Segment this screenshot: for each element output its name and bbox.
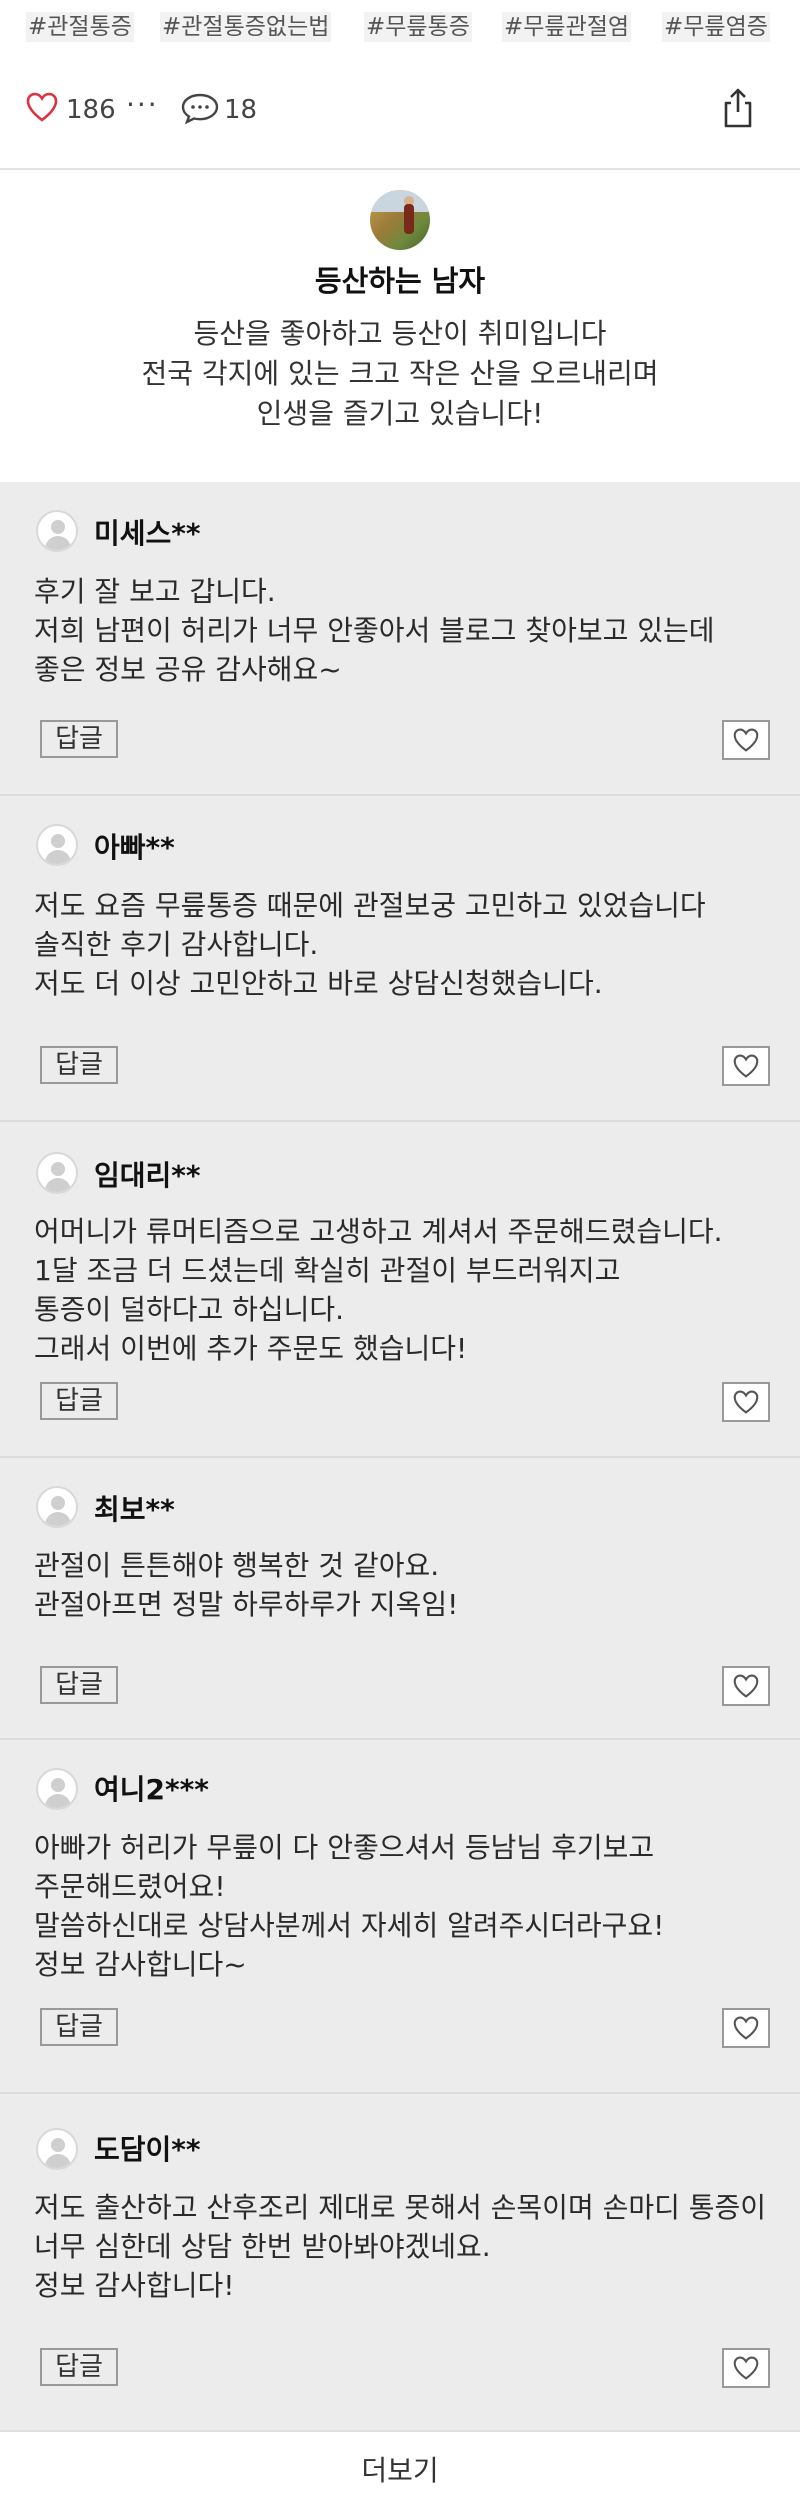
comment-text: 후기 잘 보고 갑니다. 저희 남편이 허리가 너무 안좋아서 블로그 찾아보고…: [34, 575, 715, 686]
comment-count: 18: [224, 95, 258, 125]
comment-like-button[interactable]: [722, 1666, 770, 1706]
comment-like-button[interactable]: [722, 1046, 770, 1086]
heart-icon: [733, 1054, 759, 1078]
comment-like-button[interactable]: [722, 720, 770, 760]
comment-bubble-icon[interactable]: [180, 92, 220, 128]
share-icon[interactable]: [718, 86, 758, 134]
reply-button[interactable]: 답글: [40, 1666, 118, 1704]
avatar: [36, 1768, 78, 1810]
comment-like-button[interactable]: [722, 2348, 770, 2388]
hashtag[interactable]: #무릎염증: [662, 12, 770, 42]
avatar: [36, 824, 78, 866]
comment-item: 여니2*** 아빠가 허리가 무릎이 다 안좋으셔서 등남님 후기보고 주문해드…: [0, 1738, 800, 2094]
comment-like-button[interactable]: [722, 1382, 770, 1422]
comment-item: 미세스** 후기 잘 보고 갑니다. 저희 남편이 허리가 너무 안좋아서 블로…: [0, 482, 800, 796]
load-more-button[interactable]: 더보기: [0, 2430, 800, 2509]
avatar: [36, 2128, 78, 2170]
comment-item: 최보** 관절이 튼튼해야 행복한 것 같아요. 관절아프면 정말 하루하루가 …: [0, 1456, 800, 1740]
comment-author[interactable]: 도담이**: [94, 2128, 201, 2168]
comment-author[interactable]: 미세스**: [94, 512, 201, 552]
comment-author[interactable]: 아빠**: [94, 826, 175, 866]
hashtag-bar: #관절통증 #관절통증없는법 #무릎통증 #무릎관절염 #무릎염증: [0, 0, 800, 58]
profile-avatar[interactable]: [370, 190, 430, 250]
comment-list: 미세스** 후기 잘 보고 갑니다. 저희 남편이 허리가 너무 안좋아서 블로…: [0, 482, 800, 2430]
heart-icon: [733, 1674, 759, 1698]
comment-text: 아빠가 허리가 무릎이 다 안좋으셔서 등남님 후기보고 주문해드렸어요! 말씀…: [34, 1831, 665, 1981]
hashtag[interactable]: #무릎통증: [364, 12, 472, 42]
comment-author[interactable]: 여니2***: [94, 1768, 209, 1808]
heart-icon: [733, 2356, 759, 2380]
post-action-bar: [0, 58, 800, 170]
comment-like-button[interactable]: [722, 2008, 770, 2048]
comment-text: 저도 출산하고 산후조리 제대로 못해서 손목이며 손마디 통증이 너무 심한데…: [34, 2191, 767, 2302]
comment-item: 도담이** 저도 출산하고 산후조리 제대로 못해서 손목이며 손마디 통증이 …: [0, 2092, 800, 2430]
comment-item: 임대리** 어머니가 류머티즘으로 고생하고 계셔서 주문해드렸습니다. 1달 …: [0, 1120, 800, 1458]
comment-author[interactable]: 임대리**: [94, 1154, 201, 1194]
comment-author[interactable]: 최보**: [94, 1488, 175, 1528]
like-count: 186: [66, 95, 116, 125]
reply-button[interactable]: 답글: [40, 2348, 118, 2386]
avatar: [36, 1152, 78, 1194]
hashtag[interactable]: #관절통증: [26, 12, 134, 42]
heart-icon: [733, 2016, 759, 2040]
more-options-icon[interactable]: ···: [126, 88, 159, 121]
profile-description: 등산을 좋아하고 등산이 취미입니다 전국 각지에 있는 크고 작은 산을 오르…: [141, 317, 659, 430]
profile-name[interactable]: 등산하는 남자: [0, 258, 800, 300]
hashtag[interactable]: #무릎관절염: [502, 12, 632, 42]
comment-text: 저도 요즘 무릎통증 때문에 관절보궁 고민하고 있었습니다 솔직한 후기 감사…: [34, 889, 706, 1000]
comment-text: 관절이 튼튼해야 행복한 것 같아요. 관절아프면 정말 하루하루가 지옥임!: [34, 1549, 459, 1621]
reply-button[interactable]: 답글: [40, 720, 118, 758]
comment-text: 어머니가 류머티즘으로 고생하고 계셔서 주문해드렸습니다. 1달 조금 더 드…: [34, 1215, 723, 1365]
avatar: [36, 1486, 78, 1528]
reply-button[interactable]: 답글: [40, 1046, 118, 1084]
comment-item: 아빠** 저도 요즘 무릎통증 때문에 관절보궁 고민하고 있었습니다 솔직한 …: [0, 794, 800, 1122]
reply-button[interactable]: 답글: [40, 2008, 118, 2046]
heart-icon[interactable]: [26, 92, 58, 126]
hashtag[interactable]: #관절통증없는법: [160, 12, 332, 42]
avatar: [36, 510, 78, 552]
heart-icon: [733, 1390, 759, 1414]
heart-icon: [733, 728, 759, 752]
reply-button[interactable]: 답글: [40, 1382, 118, 1420]
